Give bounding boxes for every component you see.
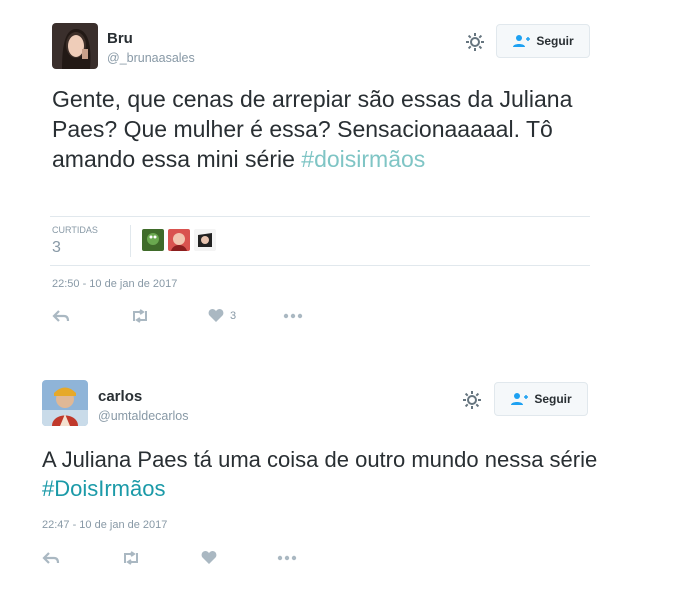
- retweet-icon: [133, 309, 147, 323]
- user-name[interactable]: Bru: [107, 30, 133, 47]
- likers-list: [142, 229, 216, 251]
- tweet-text: Gente, que cenas de arrepiar são essas d…: [52, 85, 612, 175]
- tweet-timestamp[interactable]: 22:50 - 10 de jan de 2017: [52, 278, 177, 290]
- gear-icon[interactable]: [464, 31, 486, 53]
- hashtag-link[interactable]: #DoisIrmãos: [42, 476, 165, 501]
- heart-icon: [208, 309, 224, 322]
- more-button[interactable]: [277, 555, 297, 561]
- reply-icon: [52, 310, 70, 322]
- divider: [130, 225, 131, 257]
- reply-button[interactable]: [42, 551, 60, 565]
- like-button[interactable]: 3: [208, 308, 236, 323]
- reply-button[interactable]: [52, 309, 70, 323]
- like-count: 3: [230, 309, 237, 322]
- liker-avatar[interactable]: [168, 229, 190, 251]
- like-button[interactable]: [201, 550, 217, 565]
- heart-icon: [201, 551, 217, 564]
- retweet-button[interactable]: [130, 309, 150, 323]
- follow-label: Seguir: [536, 34, 574, 48]
- user-name[interactable]: carlos: [98, 388, 142, 405]
- follow-button[interactable]: Seguir: [494, 382, 588, 416]
- more-icon: [283, 313, 303, 319]
- more-icon: [277, 555, 297, 561]
- tweet-text: A Juliana Paes tá uma coisa de outro mun…: [42, 446, 602, 503]
- tweet-body: A Juliana Paes tá uma coisa de outro mun…: [42, 447, 598, 472]
- user-handle[interactable]: @umtaldecarlos: [98, 409, 189, 423]
- likes-label: CURTIDAS: [52, 225, 98, 235]
- more-button[interactable]: [283, 313, 303, 319]
- avatar[interactable]: [42, 380, 88, 426]
- liker-avatar[interactable]: [194, 229, 216, 251]
- follow-label: Seguir: [534, 392, 572, 406]
- hashtag-link[interactable]: #doisirmãos: [301, 146, 425, 172]
- liker-avatar[interactable]: [142, 229, 164, 251]
- gear-icon[interactable]: [461, 389, 483, 411]
- reply-icon: [42, 552, 60, 564]
- likes-count[interactable]: 3: [52, 239, 61, 257]
- retweet-button[interactable]: [121, 551, 141, 565]
- tweet-stats: CURTIDAS 3: [50, 216, 590, 266]
- avatar[interactable]: [52, 23, 98, 69]
- add-user-icon: [510, 392, 529, 406]
- follow-button[interactable]: Seguir: [496, 24, 590, 58]
- tweet-timestamp[interactable]: 22:47 - 10 de jan de 2017: [42, 519, 167, 531]
- user-handle[interactable]: @_brunaasales: [107, 51, 195, 65]
- tweet-bru: Bru @_brunaasales Seguir Gente, que cena…: [0, 0, 680, 340]
- retweet-icon: [124, 551, 138, 565]
- add-user-icon: [512, 34, 531, 48]
